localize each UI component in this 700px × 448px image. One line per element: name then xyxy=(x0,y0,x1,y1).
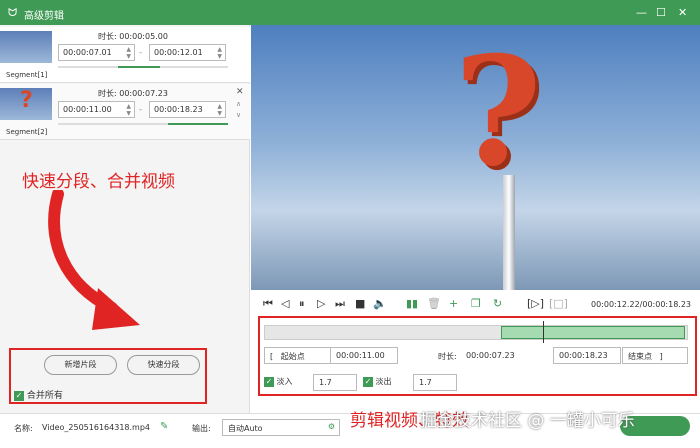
segment-end-field[interactable]: 00:00:18.23 ▲ ▼ xyxy=(149,101,226,118)
time-display: 00:00:12.22/00:00:18.23 xyxy=(591,300,691,309)
segment-range-bar xyxy=(58,66,228,68)
range-separator: - xyxy=(139,105,143,115)
mark-in-icon[interactable]: [▷] xyxy=(527,297,544,310)
spinner-icon[interactable]: ▲ ▼ xyxy=(126,103,131,117)
start-point-button[interactable]: [ 起始点 xyxy=(264,347,331,364)
timeline-selection[interactable] xyxy=(501,326,685,339)
spinner-icon[interactable]: ▲ ▼ xyxy=(126,46,131,60)
skip-start-icon[interactable]: ⏮ xyxy=(263,297,273,311)
output-select[interactable]: 自动Auto ⚙ xyxy=(222,419,340,436)
segment-start-field[interactable]: 00:00:07.01 ▲ ▼ xyxy=(58,44,135,61)
check-icon: ✓ xyxy=(264,376,274,387)
start-time-field[interactable]: 00:00:11.00 xyxy=(330,347,398,364)
gear-icon[interactable]: ⚙ xyxy=(328,422,335,431)
minimize-icon[interactable]: — xyxy=(636,6,647,19)
segment-thumbnail: ? xyxy=(0,88,52,120)
file-name: Video_250516164318.mp4 xyxy=(42,423,150,432)
pause-icon[interactable]: ⏸ xyxy=(299,297,305,311)
check-icon: ✓ xyxy=(14,390,24,401)
end-point-button[interactable]: 结束点 ] xyxy=(622,347,688,364)
spinner-icon[interactable]: ▲ ▼ xyxy=(217,46,222,60)
segment-thumbnail xyxy=(0,31,52,63)
timeline-track[interactable] xyxy=(264,321,688,343)
play-icon[interactable]: ▷ xyxy=(317,297,325,310)
add-icon[interactable]: + xyxy=(449,297,458,310)
move-down-icon[interactable]: ∨ xyxy=(236,111,241,119)
remove-segment-icon[interactable]: ✕ xyxy=(236,87,244,97)
mark-out-icon[interactable]: [□] xyxy=(549,297,568,310)
spinner-icon[interactable]: ▲ ▼ xyxy=(217,103,222,117)
segment-duration: 时长: 00:00:07.23 xyxy=(98,89,168,98)
step-back-icon[interactable]: ◁ xyxy=(281,297,289,310)
skip-end-icon[interactable]: ⏭ xyxy=(335,297,345,311)
segment-start-field[interactable]: 00:00:11.00 ▲ ▼ xyxy=(58,101,135,118)
annotation-arrow-icon xyxy=(48,190,140,330)
stop-icon[interactable]: ■ xyxy=(355,297,365,310)
end-time-field[interactable]: 00:00:18.23 xyxy=(553,347,621,364)
name-label: 名称: xyxy=(14,424,33,433)
trim-duration-value: 00:00:07.23 xyxy=(466,351,515,360)
add-segment-button[interactable]: 新增片段 xyxy=(44,355,117,375)
range-separator: - xyxy=(139,48,143,58)
check-icon: ✓ xyxy=(363,376,373,387)
merge-all-checkbox[interactable]: ✓ 合并所有 xyxy=(14,388,63,401)
window-title: 高级剪辑 xyxy=(24,11,64,22)
fade-out-checkbox[interactable]: ✓ 淡出 xyxy=(363,376,392,387)
advanced-edit-window: ᗢ 高级剪辑 — ☐ ✕ Segment[1] 时长: 00:00:05.00 … xyxy=(0,0,700,448)
segment-label: Segment[2] xyxy=(6,128,48,136)
segment-duration: 时长: 00:00:05.00 xyxy=(98,32,168,41)
merge-all-label: 合并所有 xyxy=(26,391,63,401)
segment-end-field[interactable]: 00:00:12.01 ▲ ▼ xyxy=(149,44,226,61)
question-mark-sign: ? xyxy=(454,25,542,200)
delete-icon[interactable]: 🗑 xyxy=(427,297,441,310)
copy-icon[interactable]: ❐ xyxy=(471,297,481,310)
fade-in-checkbox[interactable]: ✓ 淡入 xyxy=(264,376,293,387)
split-icon[interactable]: ▮▮ xyxy=(406,297,418,310)
output-label: 输出: xyxy=(192,424,211,433)
maximize-icon[interactable]: ☐ xyxy=(656,6,666,19)
playhead[interactable] xyxy=(543,321,544,343)
annotation-split-merge: 快速分段、合并视频 xyxy=(22,172,175,192)
app-logo-icon: ᗢ xyxy=(8,6,18,19)
segment-range-bar xyxy=(58,123,228,125)
edit-name-icon[interactable]: ✎ xyxy=(160,421,168,432)
video-preview: ? xyxy=(251,25,700,290)
fade-out-field[interactable]: 1.7 xyxy=(413,374,457,391)
quick-split-button[interactable]: 快速分段 xyxy=(127,355,200,375)
title-bar: ᗢ 高级剪辑 — ☐ ✕ xyxy=(0,0,700,25)
segment-item[interactable]: ? Segment[2] 时长: 00:00:07.23 00:00:11.00… xyxy=(0,84,250,140)
move-up-icon[interactable]: ∧ xyxy=(236,100,241,108)
segment-item[interactable]: Segment[1] 时长: 00:00:05.00 00:00:07.01 ▲ ▼… xyxy=(0,27,250,83)
volume-icon[interactable]: 🔈 xyxy=(373,297,387,310)
trim-duration-label: 时长: xyxy=(438,352,457,361)
fade-in-field[interactable]: 1.7 xyxy=(313,374,357,391)
segment-label: Segment[1] xyxy=(6,71,48,79)
watermark: 掘金技术社区 @ 一罐小可乐 xyxy=(420,411,635,431)
close-icon[interactable]: ✕ xyxy=(678,6,687,19)
rotate-icon[interactable]: ↻ xyxy=(493,297,502,310)
